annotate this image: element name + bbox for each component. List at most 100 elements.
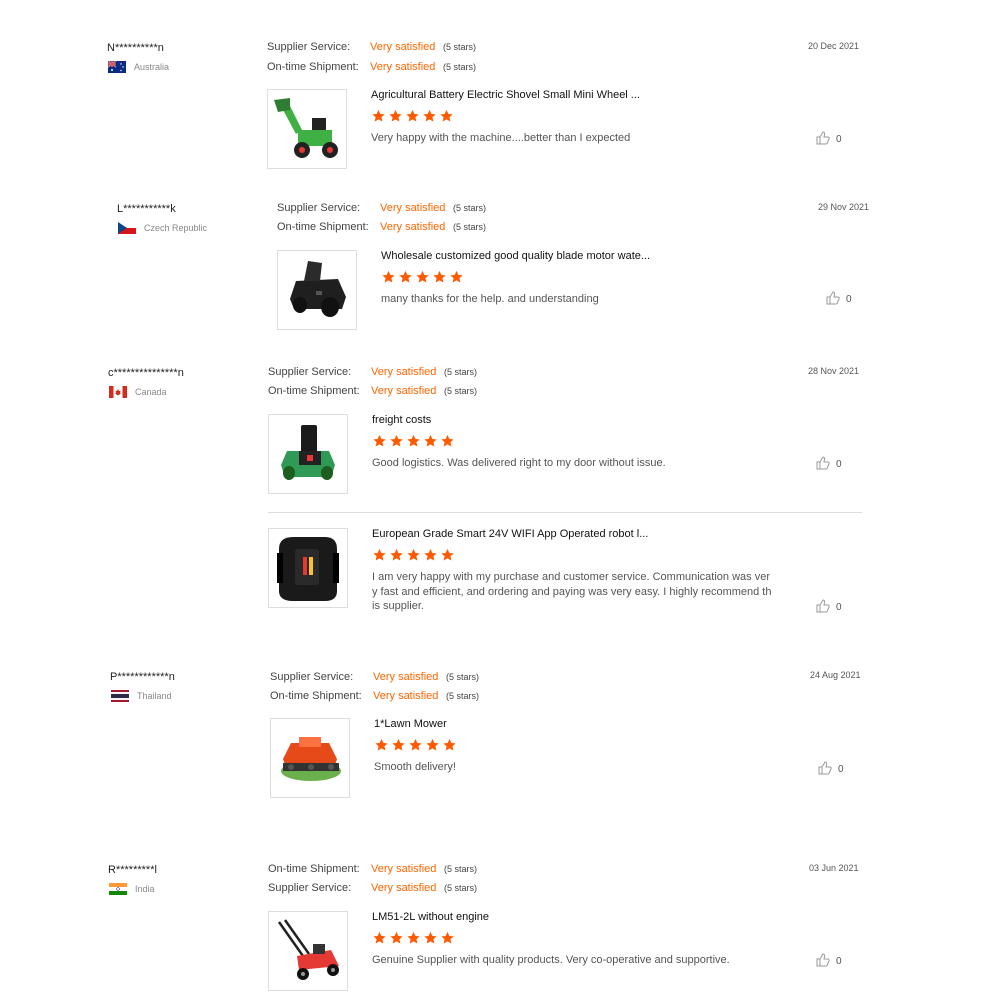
star-icon [441, 548, 454, 561]
review-date: 20 Dec 2021 [808, 41, 860, 51]
rating-row: Supplier Service: Very satisfied (5 star… [268, 882, 477, 894]
rating-value: Very satisfied [370, 61, 436, 73]
rating-value: Very satisfied [373, 690, 439, 702]
star-icon [424, 931, 437, 944]
reviewed-product: freight costs Good logistics. Was delive… [268, 414, 868, 499]
star-icon [450, 270, 463, 283]
reviewer-country: Canada [109, 386, 167, 398]
star-icon [443, 738, 456, 751]
rating-row: Supplier Service: Very satisfied (5 star… [268, 366, 477, 378]
rating-label: Supplier Service: [277, 202, 361, 214]
rating-stars-text: (5 stars) [444, 367, 478, 377]
review-comment: Smooth delivery! [374, 761, 456, 773]
like-button[interactable]: 0 [826, 291, 852, 308]
star-rating [381, 270, 464, 284]
rating-row: On-time Shipment: Very satisfied (5 star… [267, 61, 476, 73]
rating-label: Supplier Service: [268, 882, 352, 894]
star-icon [407, 931, 420, 944]
star-icon [426, 738, 439, 751]
product-thumbnail[interactable] [268, 911, 348, 991]
star-icon [390, 548, 403, 561]
thumbs-up-icon [826, 291, 840, 308]
star-rating [371, 109, 454, 123]
like-button[interactable]: 0 [816, 456, 842, 473]
rating-label: Supplier Service: [267, 41, 351, 53]
rating-value: Very satisfied [380, 202, 446, 214]
reviewer-name: c***************n [108, 367, 184, 379]
product-title[interactable]: Wholesale customized good quality blade … [381, 250, 650, 262]
rating-row: Supplier Service: Very satisfied (5 star… [277, 202, 486, 214]
star-icon [424, 434, 437, 447]
rating-row: On-time Shipment: Very satisfied (5 star… [277, 221, 486, 233]
star-icon [373, 931, 386, 944]
star-icon [440, 109, 453, 122]
reviewer-country: India [109, 883, 155, 895]
thumbs-up-icon [816, 131, 830, 148]
star-icon [407, 548, 420, 561]
country-label: Thailand [137, 691, 172, 701]
rating-value: Very satisfied [373, 671, 439, 683]
like-count: 0 [836, 602, 842, 613]
rating-stars-text: (5 stars) [453, 222, 487, 232]
product-thumbnail[interactable] [267, 89, 347, 169]
product-title[interactable]: freight costs [372, 414, 431, 426]
rating-label: On-time Shipment: [270, 690, 362, 702]
reviewed-product: LM51-2L without engine Genuine Supplier … [268, 911, 868, 996]
czech-flag-icon [118, 222, 136, 234]
rating-row: Supplier Service: Very satisfied (5 star… [267, 41, 476, 53]
rating-value: Very satisfied [370, 41, 436, 53]
review-comment: many thanks for the help. and understand… [381, 293, 599, 305]
canada-flag-icon [109, 386, 127, 398]
star-icon [406, 109, 419, 122]
review-comment: Good logistics. Was delivered right to m… [372, 457, 666, 469]
product-thumbnail[interactable] [268, 414, 348, 494]
star-icon [441, 931, 454, 944]
review-comment: I am very happy with my purchase and cus… [372, 571, 772, 612]
rating-label: On-time Shipment: [277, 221, 369, 233]
india-flag-icon [109, 883, 127, 895]
product-title[interactable]: LM51-2L without engine [372, 911, 489, 923]
like-button[interactable]: 0 [816, 599, 842, 616]
like-count: 0 [846, 294, 852, 305]
review-date: 28 Nov 2021 [808, 366, 860, 376]
thumbs-up-icon [816, 953, 830, 970]
star-rating [372, 931, 455, 945]
product-title[interactable]: Agricultural Battery Electric Shovel Sma… [371, 89, 640, 101]
rating-stars-text: (5 stars) [446, 672, 480, 682]
like-button[interactable]: 0 [816, 131, 842, 148]
star-icon [424, 548, 437, 561]
reviewer-name: N**********n [107, 42, 164, 54]
rating-stars-text: (5 stars) [444, 386, 478, 396]
reviewer-name: P************n [110, 671, 175, 683]
like-count: 0 [836, 134, 842, 145]
product-thumbnail[interactable] [270, 718, 350, 798]
rating-label: On-time Shipment: [268, 385, 360, 397]
rating-row: On-time Shipment: Very satisfied (5 star… [268, 385, 477, 397]
thumbs-up-icon [816, 599, 830, 616]
reviewer-name: R*********l [108, 864, 157, 876]
country-label: Canada [135, 387, 167, 397]
star-rating [372, 434, 455, 448]
star-icon [375, 738, 388, 751]
star-icon [390, 931, 403, 944]
country-label: India [135, 884, 155, 894]
product-title[interactable]: European Grade Smart 24V WIFI App Operat… [372, 528, 648, 540]
star-icon [423, 109, 436, 122]
like-button[interactable]: 0 [818, 761, 844, 778]
thumbs-up-icon [818, 761, 832, 778]
product-thumbnail[interactable] [277, 250, 357, 330]
like-button[interactable]: 0 [816, 953, 842, 970]
reviewed-product: European Grade Smart 24V WIFI App Operat… [268, 528, 868, 613]
reviewed-product: Agricultural Battery Electric Shovel Sma… [267, 89, 867, 174]
like-count: 0 [838, 764, 844, 775]
rating-row: On-time Shipment: Very satisfied (5 star… [268, 863, 477, 875]
reviewer-country: Thailand [111, 690, 172, 702]
star-rating [374, 738, 457, 752]
rating-value: Very satisfied [371, 863, 437, 875]
review-date: 29 Nov 2021 [818, 202, 870, 212]
product-thumbnail[interactable] [268, 528, 348, 608]
rating-stars-text: (5 stars) [453, 203, 487, 213]
rating-stars-text: (5 stars) [443, 42, 477, 52]
rating-stars-text: (5 stars) [443, 62, 477, 72]
product-title[interactable]: 1*Lawn Mower [374, 718, 447, 730]
